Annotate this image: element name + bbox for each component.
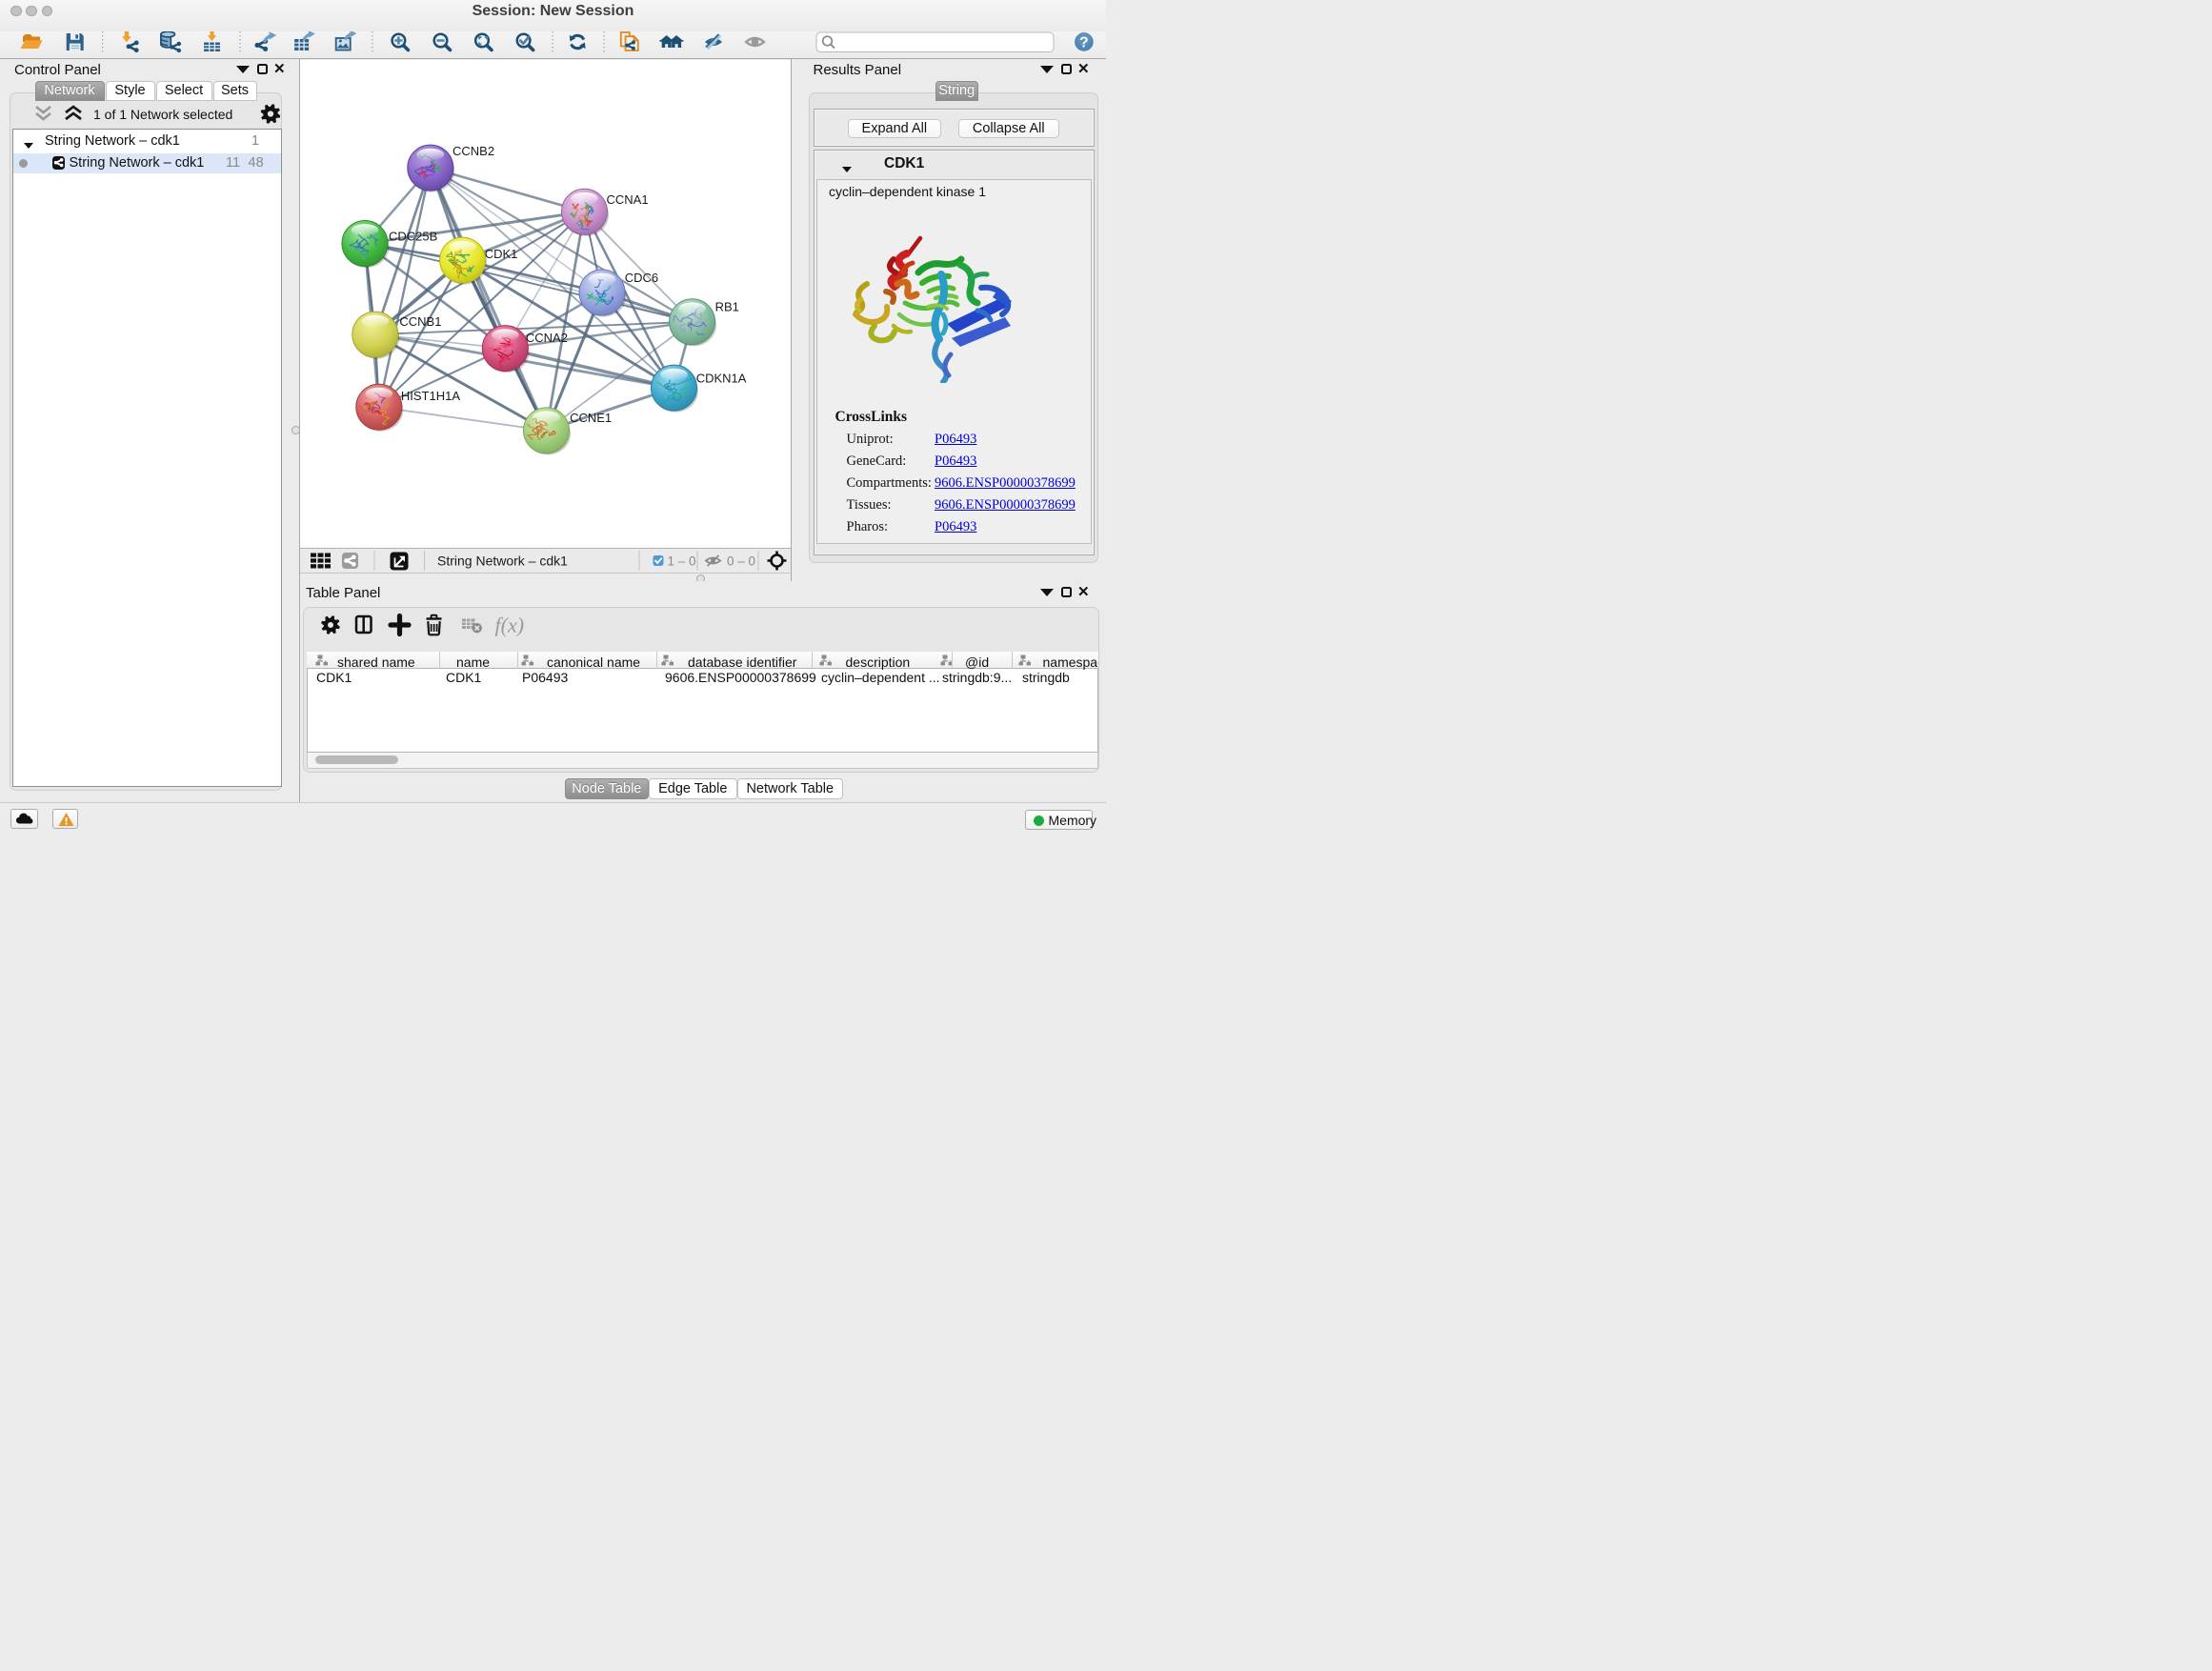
svg-text:0 – 0: 0 – 0	[727, 554, 755, 568]
svg-text:String Network – cdk1: String Network – cdk1	[437, 553, 568, 568]
svg-text:CDK1: CDK1	[485, 247, 518, 261]
svg-text:f(x): f(x)	[495, 614, 525, 637]
svg-text:CCNA2: CCNA2	[526, 331, 568, 345]
svg-text:CCNB1: CCNB1	[399, 314, 441, 329]
svg-text:HIST1H1A: HIST1H1A	[401, 388, 460, 402]
svg-text:CCNA1: CCNA1	[607, 192, 649, 207]
svg-text:1 – 0: 1 – 0	[668, 554, 696, 568]
svg-text:CDC25B: CDC25B	[389, 229, 437, 243]
svg-text:?: ?	[1079, 35, 1088, 51]
svg-text:RB1: RB1	[715, 299, 739, 313]
svg-text:CCNE1: CCNE1	[570, 410, 612, 424]
svg-text:CCNB2: CCNB2	[452, 144, 494, 158]
svg-text:CDC6: CDC6	[625, 271, 658, 285]
svg-text:CDKN1A: CDKN1A	[696, 371, 747, 385]
